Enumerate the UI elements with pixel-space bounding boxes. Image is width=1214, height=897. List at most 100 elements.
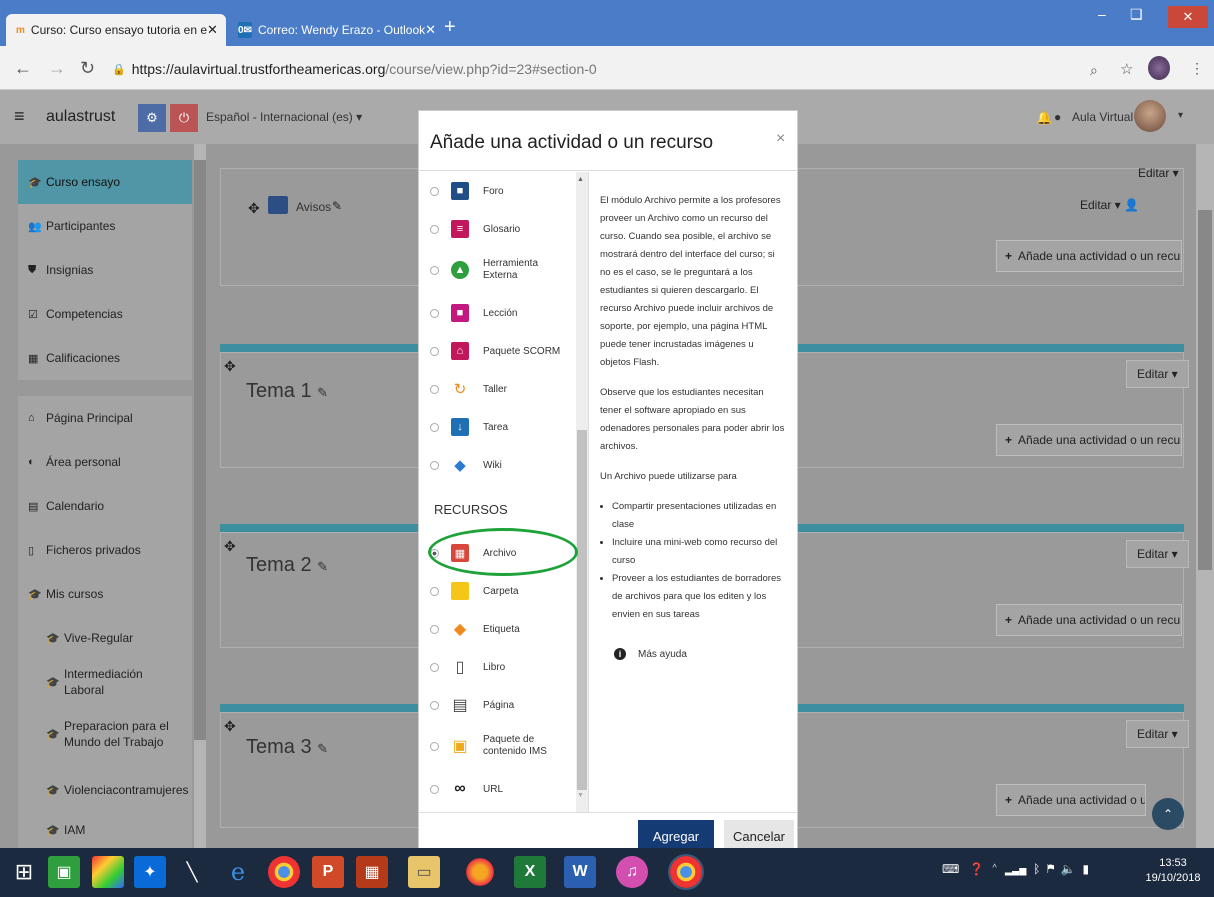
option-tarea[interactable]: ↓ Tarea: [430, 408, 574, 446]
option-pagina[interactable]: ▤ Página: [430, 686, 574, 724]
nav-item-3[interactable]: ☑ Competencias: [18, 292, 192, 336]
chooser-scrollbar-thumb[interactable]: [577, 430, 587, 790]
option-taller[interactable]: ↻ Taller: [430, 370, 574, 408]
bookmark-star-icon[interactable]: ☆: [1120, 60, 1133, 78]
help-icon[interactable]: ❓: [969, 862, 984, 876]
option-leccion[interactable]: ■ Lección: [430, 294, 574, 332]
maximize-window-button[interactable]: ❑: [1130, 6, 1143, 23]
option-url[interactable]: ∞ URL: [430, 770, 574, 808]
add-activity-button-section-1[interactable]: + Añade una actividad o un recurso: [996, 424, 1182, 456]
option-libro[interactable]: ▯ Libro: [430, 648, 574, 686]
user-avatar[interactable]: [1134, 100, 1166, 132]
add-activity-button-section-0[interactable]: + Añade una actividad o un recurso: [996, 240, 1182, 272]
store-icon[interactable]: ▣: [48, 856, 80, 888]
move-icon[interactable]: ✥: [224, 538, 236, 555]
minimize-window-button[interactable]: –: [1098, 6, 1106, 22]
excel-icon[interactable]: X: [514, 856, 546, 888]
radio-button[interactable]: [430, 700, 439, 710]
option-foro[interactable]: ■ Foro: [430, 172, 574, 210]
browser-menu-icon[interactable]: ⋮: [1190, 60, 1204, 77]
itunes-icon[interactable]: ♫: [616, 856, 648, 888]
user-name[interactable]: Aula Virtual: [1072, 110, 1133, 124]
option-carpeta[interactable]: ▬ Carpeta: [430, 572, 574, 610]
add-activity-button-section-3[interactable]: + Añade una actividad o un r: [996, 784, 1146, 816]
network-icon[interactable]: ⚑: [1047, 862, 1054, 876]
battery-icon[interactable]: ▮: [1083, 862, 1090, 876]
option-glosario[interactable]: ≡ Glosario: [430, 210, 574, 248]
tray-expand-icon[interactable]: ⌃: [991, 862, 998, 876]
option-wiki[interactable]: ◆ Wiki: [430, 446, 574, 484]
close-tab-icon[interactable]: ✕: [425, 22, 436, 38]
radio-button[interactable]: [430, 186, 439, 196]
forward-arrow-icon[interactable]: →: [48, 58, 66, 79]
nav-item-4[interactable]: ▦ Calificaciones: [18, 336, 192, 380]
word-icon[interactable]: W: [564, 856, 596, 888]
section-title-2[interactable]: Tema 2 ✎: [246, 554, 328, 577]
nav-item-2[interactable]: ⛊ Insignias: [18, 248, 192, 292]
edit-menu[interactable]: Editar ▾: [1126, 720, 1189, 748]
new-tab-button[interactable]: +: [444, 16, 456, 39]
radio-button[interactable]: [430, 346, 439, 356]
close-icon[interactable]: ×: [776, 130, 785, 148]
site-nav-item-0[interactable]: ⌂ Página Principal: [18, 396, 192, 440]
notifications-bell-icon[interactable]: 🔔: [1036, 110, 1052, 126]
profile-avatar-icon[interactable]: [1148, 56, 1170, 80]
site-brand[interactable]: aulastrust: [46, 108, 115, 126]
option-paquete-scorm[interactable]: ⌂ Paquete SCORM: [430, 332, 574, 370]
option-herramienta-externa[interactable]: ▲ Herramienta Externa: [430, 248, 574, 292]
chrome-active-icon[interactable]: [668, 854, 704, 890]
radio-button[interactable]: [430, 224, 439, 234]
volume-icon[interactable]: 🔈: [1061, 862, 1076, 876]
page-scrollbar-thumb[interactable]: [1198, 210, 1212, 570]
scroll-up-arrow-icon[interactable]: ▲: [577, 176, 584, 183]
more-help-link[interactable]: i Más ayuda: [614, 648, 687, 660]
radio-button[interactable]: [430, 265, 439, 275]
edit-menu[interactable]: Editar ▾: [1126, 540, 1189, 568]
add-activity-button-section-2[interactable]: + Añade una actividad o un recurso: [996, 604, 1182, 636]
admin-settings-icon[interactable]: ⚙: [138, 104, 166, 132]
back-arrow-icon[interactable]: ←: [14, 58, 32, 79]
nav-item-1[interactable]: 👥 Participantes: [18, 204, 192, 248]
site-nav-item-7[interactable]: 🎓 Preparacion para el Mundo del Trabajo: [18, 704, 192, 764]
site-nav-item-5[interactable]: 🎓 Vive-Regular: [18, 616, 192, 660]
signal-icon[interactable]: ▂▃▅: [1005, 862, 1027, 876]
radio-button[interactable]: [430, 422, 439, 432]
site-nav-item-1[interactable]: ◐ Área personal: [18, 440, 192, 484]
back-to-top-button[interactable]: ⌃: [1152, 798, 1184, 830]
close-tab-icon[interactable]: ✕: [207, 22, 218, 38]
keyboard-icon[interactable]: ⌨: [942, 862, 959, 876]
drawer-scrollbar-thumb[interactable]: [194, 160, 206, 740]
radio-button[interactable]: [430, 308, 439, 318]
browser-tab-moodle[interactable]: m Curso: Curso ensayo tutoria en e ✕: [6, 14, 226, 46]
internet-explorer-icon[interactable]: e: [222, 856, 254, 888]
messages-icon[interactable]: ●: [1054, 110, 1061, 124]
powerpoint-icon[interactable]: P: [312, 856, 344, 888]
dropbox-icon[interactable]: ✦: [134, 856, 166, 888]
radio-button[interactable]: [430, 586, 439, 596]
edit-pencil-icon[interactable]: ✎: [317, 385, 328, 400]
video-app-icon[interactable]: ▦: [356, 856, 388, 888]
avisos-link[interactable]: Avisos: [296, 200, 331, 214]
option-etiqueta[interactable]: ◆ Etiqueta: [430, 610, 574, 648]
radio-button[interactable]: [430, 460, 439, 470]
browser-tab-outlook[interactable]: 0✉ Correo: Wendy Erazo - Outlook ✕: [228, 14, 436, 46]
language-selector[interactable]: Español - Internacional (es) ▾: [206, 110, 362, 124]
bluetooth-icon[interactable]: ᛒ: [1033, 862, 1040, 876]
close-window-button[interactable]: ✕: [1168, 6, 1208, 28]
url-field[interactable]: 🔒 https://aulavirtual.trustfortheamerica…: [112, 56, 1072, 82]
file-explorer-icon[interactable]: ▭: [408, 856, 440, 888]
site-nav-item-9[interactable]: 🎓 IAM: [18, 812, 192, 848]
app-tiles-icon[interactable]: [92, 856, 124, 888]
option-paquete-ims[interactable]: ▣ Paquete de contenido IMS: [430, 724, 574, 768]
edit-pencil-icon[interactable]: ✎: [317, 559, 328, 574]
move-icon[interactable]: ✥: [248, 200, 260, 217]
user-menu-caret-icon[interactable]: ▾: [1178, 110, 1183, 121]
site-nav-item-4[interactable]: 🎓 Mis cursos: [18, 572, 192, 616]
firefox-icon[interactable]: [464, 856, 496, 888]
hamburger-menu-icon[interactable]: ≡: [14, 106, 25, 127]
pen-tool-icon[interactable]: ╲: [176, 856, 208, 888]
section-title-3[interactable]: Tema 3 ✎: [246, 736, 328, 759]
edit-menu[interactable]: Editar ▾: [1128, 160, 1189, 186]
zoom-icon[interactable]: ⌕: [1090, 62, 1098, 79]
edit-pencil-icon[interactable]: ✎: [332, 199, 342, 213]
